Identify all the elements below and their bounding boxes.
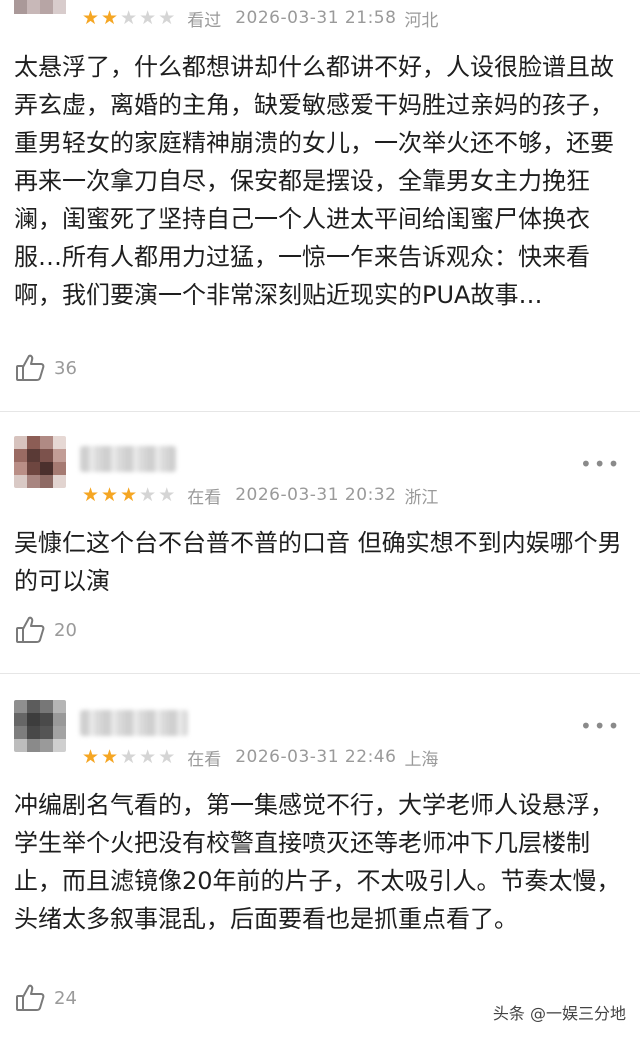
more-dots-icon[interactable]: ••• [580,452,621,476]
like-count: 24 [54,987,77,1009]
watch-status: 在看 [187,749,222,770]
review-meta: ★ ★ ★ ★ ★ 在看 2026-03-31 22:46 上海 [82,744,438,770]
more-dots-icon[interactable]: ••• [580,714,621,738]
avatar[interactable] [14,0,66,14]
star-icon: ★ [120,483,138,506]
watermark: 头条 @一娱三分地 [492,1004,626,1023]
thumbs-up-icon [16,984,45,1011]
review-meta: ★ ★ ★ ★ ★ 在看 2026-03-31 20:32 浙江 [82,482,438,508]
avatar[interactable] [14,700,66,752]
review-time: 2026-03-31 20:32 [235,485,397,505]
review-card: ★ ★ ★ ★ ★ 看过 2026-03-31 21:58 河北 太悬浮了，什么… [0,0,640,405]
star-icon: ★ [139,6,157,29]
watch-status: 看过 [187,10,222,31]
avatar[interactable] [14,436,66,488]
star-icon: ★ [101,483,119,506]
star-icon: ★ [139,483,157,506]
like-button[interactable]: 24 [14,981,77,1015]
review-location: 浙江 [404,487,439,508]
star-icon: ★ [120,745,138,768]
like-count: 36 [54,357,77,379]
review-meta: ★ ★ ★ ★ ★ 看过 2026-03-31 21:58 河北 [82,5,438,31]
star-icon: ★ [82,745,100,768]
thumbs-up-icon [16,616,45,643]
review-location: 河北 [404,10,439,31]
review-card: ••• ★ ★ ★ ★ ★ 在看 2026-03-31 20:32 浙江 吴慷仁… [0,412,640,672]
review-text: 吴慷仁这个台不台普不普的口音 但确实想不到内娱哪个男的可以演 [14,529,622,595]
review-location: 上海 [404,749,439,770]
review-time: 2026-03-31 21:58 [235,8,397,28]
star-icon: ★ [158,6,176,29]
review-text: 太悬浮了，什么都想讲却什么都讲不好，人设很脸谱且故弄玄虚，离婚的主角，缺爱敏感爱… [14,53,614,309]
watch-status: 在看 [187,487,222,508]
rating-stars: ★ ★ ★ ★ ★ [82,745,176,768]
rating-stars: ★ ★ ★ ★ ★ [82,6,176,29]
rating-stars: ★ ★ ★ ★ ★ [82,483,176,506]
thumbs-up-icon [16,354,45,381]
review-time: 2026-03-31 22:46 [235,747,397,767]
star-icon: ★ [158,745,176,768]
star-icon: ★ [120,6,138,29]
username-blurred[interactable] [80,446,176,472]
star-icon: ★ [82,483,100,506]
star-icon: ★ [82,6,100,29]
star-icon: ★ [158,483,176,506]
star-icon: ★ [101,745,119,768]
review-card: ••• ★ ★ ★ ★ ★ 在看 2026-03-31 22:46 上海 冲编剧… [0,674,640,1038]
like-count: 20 [54,619,77,641]
star-icon: ★ [139,745,157,768]
like-button[interactable]: 36 [14,351,77,385]
review-text: 冲编剧名气看的，第一集感觉不行，大学老师人设悬浮，学生举个火把没有校警直接喷灭还… [14,791,621,933]
username-blurred[interactable] [80,710,188,736]
star-icon: ★ [101,6,119,29]
like-button[interactable]: 20 [14,613,77,647]
